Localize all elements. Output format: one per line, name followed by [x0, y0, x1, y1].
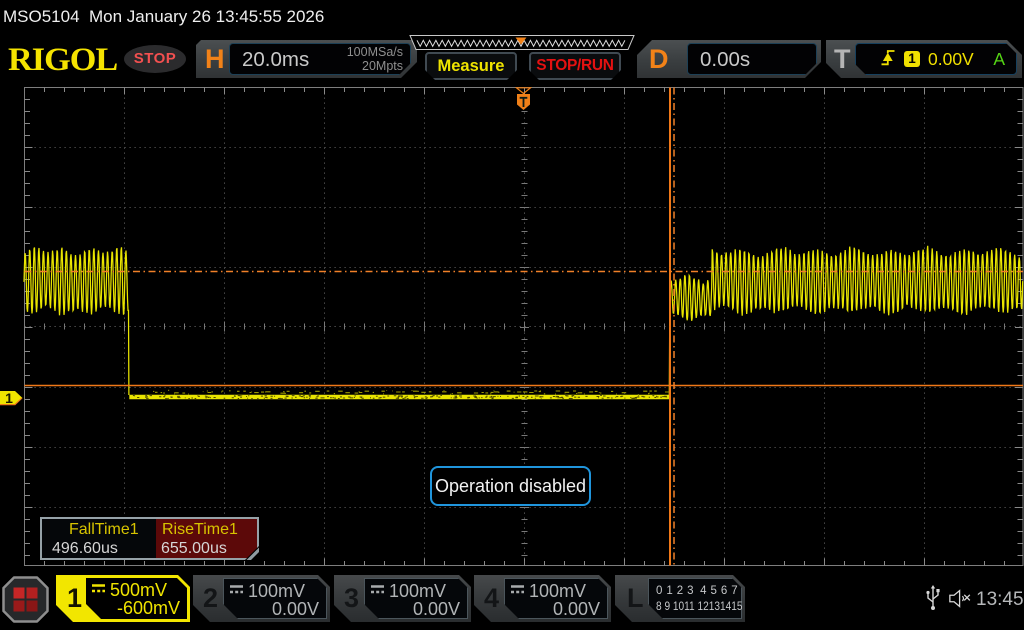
svg-text:1: 1	[5, 390, 13, 406]
